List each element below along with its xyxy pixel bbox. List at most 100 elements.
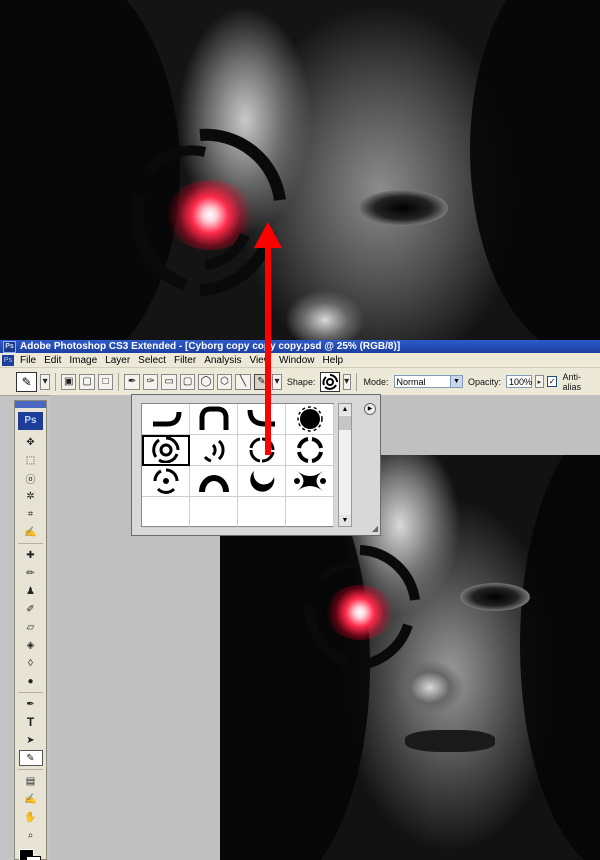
- scroll-up-icon[interactable]: ▲: [339, 404, 351, 415]
- resize-grip-icon[interactable]: ◢: [372, 524, 378, 533]
- opacity-input[interactable]: 100%: [506, 375, 532, 388]
- crescent-icon: [249, 471, 274, 492]
- menu-bar: Ps File Edit Image Layer Select Filter A…: [0, 353, 600, 368]
- separator: [18, 692, 43, 693]
- menu-file[interactable]: File: [16, 355, 40, 366]
- arc-strokes-icon: [203, 439, 225, 463]
- eyedropper-tool-icon[interactable]: ✍: [19, 791, 43, 807]
- polygon-shape-button[interactable]: ⬡: [216, 373, 233, 390]
- top-photo-preview: [0, 0, 600, 340]
- paths-button[interactable]: ▢: [79, 373, 95, 390]
- dodge-tool-icon[interactable]: ●: [19, 673, 43, 689]
- shape-segment-circle[interactable]: [286, 435, 334, 466]
- rounded-bracket-icon: [199, 406, 228, 430]
- history-brush-tool-icon[interactable]: ✐: [19, 601, 43, 617]
- preset-dropdown-button[interactable]: ▾: [40, 373, 50, 390]
- fill-pixels-button[interactable]: □: [97, 373, 114, 390]
- marquee-tool-icon[interactable]: ⬚: [19, 452, 43, 468]
- rectangle-shape-button[interactable]: ▭: [161, 373, 177, 390]
- rounded-rectangle-button[interactable]: ▢: [179, 373, 196, 390]
- opacity-label: Opacity:: [468, 376, 502, 387]
- paint-bucket-tool-icon[interactable]: ◈: [19, 637, 43, 653]
- menu-analysis[interactable]: Analysis: [200, 355, 245, 366]
- ps-logo[interactable]: Ps: [18, 412, 43, 430]
- menu-edit[interactable]: Edit: [40, 355, 65, 366]
- geometry-options-button[interactable]: ▾: [272, 373, 282, 390]
- eraser-tool-icon[interactable]: ▱: [19, 619, 43, 635]
- shape-broken-rings[interactable]: [142, 435, 190, 466]
- broken-rings-icon: [151, 437, 179, 463]
- picker-scrollbar[interactable]: ▲ ▼: [338, 403, 352, 527]
- mode-select[interactable]: Normal ▼: [393, 375, 464, 388]
- custom-shape-picker: ▲ ▼ ▶ ◢: [131, 394, 381, 536]
- blur-tool-icon[interactable]: ◊: [19, 655, 43, 671]
- tool-preset-picker[interactable]: ✎: [16, 371, 38, 392]
- menu-layer[interactable]: Layer: [101, 355, 134, 366]
- shape-broken-circle[interactable]: [238, 435, 286, 466]
- separator: [118, 372, 120, 391]
- type-tool-icon[interactable]: T: [19, 714, 43, 730]
- shape-semicircle-ring[interactable]: [190, 466, 238, 497]
- pen-tool-button[interactable]: ✒: [124, 373, 140, 390]
- line-shape-button[interactable]: ╲: [235, 373, 251, 390]
- toolbox-panel: Ps ✥ ⬚ ⓞ ✲ ⌗ ✍ ✚ ✏ ♟ ✐ ▱ ◈ ◊ ● ✒ T ➤ ✎ ▤…: [14, 400, 47, 860]
- zoom-tool-icon[interactable]: ⌕: [19, 827, 43, 843]
- menu-window[interactable]: Window: [275, 355, 319, 366]
- four-point-star-icon: [293, 471, 326, 491]
- semicircle-ring-icon: [198, 475, 229, 493]
- shape-label: Shape:: [286, 376, 316, 387]
- shape-picker-button[interactable]: [320, 371, 340, 392]
- background-color-swatch[interactable]: [26, 856, 41, 860]
- shape-empty-slot: [238, 497, 286, 528]
- healing-brush-tool-icon[interactable]: ✚: [19, 547, 43, 563]
- menu-image[interactable]: Image: [65, 355, 101, 366]
- shape-grid: [141, 403, 334, 528]
- quarter-arc-icon: [247, 409, 275, 427]
- shape-rounded-bracket[interactable]: [190, 404, 238, 435]
- shape-arc-curve[interactable]: [142, 404, 190, 435]
- magic-wand-tool-icon[interactable]: ✲: [19, 488, 43, 504]
- shape-dotted-rings[interactable]: [142, 466, 190, 497]
- move-tool-icon[interactable]: ✥: [19, 434, 43, 450]
- slice-eyedropper-tool-icon[interactable]: ✍: [19, 524, 43, 540]
- app-icon: Ps: [3, 340, 16, 353]
- pen-tool-icon[interactable]: ✒: [19, 696, 43, 712]
- title-bar: Ps Adobe Photoshop CS3 Extended - [Cybor…: [0, 340, 600, 353]
- clone-stamp-tool-icon[interactable]: ♟: [19, 583, 43, 599]
- hand-tool-icon[interactable]: ✋: [19, 809, 43, 825]
- picker-menu-button[interactable]: ▶: [364, 403, 376, 415]
- mode-label: Mode:: [363, 376, 389, 387]
- freeform-pen-button[interactable]: ✑: [142, 373, 159, 390]
- broken-rings-icon: [322, 373, 339, 390]
- custom-shape-button[interactable]: ✎: [253, 373, 270, 390]
- shape-picker-dropdown[interactable]: ▾: [342, 373, 351, 390]
- opacity-slider-button[interactable]: ▸: [535, 375, 544, 388]
- color-swatches: [15, 847, 46, 860]
- shape-crescent[interactable]: [238, 466, 286, 497]
- notes-tool-icon[interactable]: ▤: [19, 773, 43, 789]
- toolbox-grip[interactable]: [15, 401, 46, 408]
- shape-dotted-circle[interactable]: [286, 404, 334, 435]
- brush-tool-icon[interactable]: ✏: [19, 565, 43, 581]
- crop-tool-icon[interactable]: ⌗: [19, 506, 43, 522]
- path-selection-tool-icon[interactable]: ➤: [19, 732, 43, 748]
- anti-alias-checkbox[interactable]: ✓: [546, 376, 558, 387]
- custom-shape-tool-icon[interactable]: ✎: [18, 750, 43, 766]
- shape-quarter-arc[interactable]: [238, 404, 286, 435]
- shape-four-point-star[interactable]: [286, 466, 334, 497]
- chevron-down-icon: ▼: [450, 376, 463, 387]
- shape-arc-strokes[interactable]: [190, 435, 238, 466]
- menu-view[interactable]: View: [245, 355, 275, 366]
- cyborg-eye-ring-graphic: [131, 128, 286, 296]
- shape-layers-button[interactable]: ▣: [60, 373, 77, 390]
- menu-help[interactable]: Help: [319, 355, 348, 366]
- menu-select[interactable]: Select: [134, 355, 170, 366]
- window-title: Adobe Photoshop CS3 Extended - [Cyborg c…: [20, 341, 401, 352]
- options-bar: ✎ ▾ ▣ ▢ □ ✒ ✑ ▭ ▢ ◯ ⬡ ╲ ✎ ▾ Shape: ▾ Mod…: [0, 368, 600, 396]
- scroll-down-icon[interactable]: ▼: [339, 515, 351, 526]
- lasso-tool-icon[interactable]: ⓞ: [19, 470, 43, 486]
- ellipse-shape-button[interactable]: ◯: [198, 373, 214, 390]
- app-menu-icon[interactable]: Ps: [2, 354, 14, 366]
- scroll-thumb[interactable]: [339, 416, 351, 430]
- menu-filter[interactable]: Filter: [170, 355, 200, 366]
